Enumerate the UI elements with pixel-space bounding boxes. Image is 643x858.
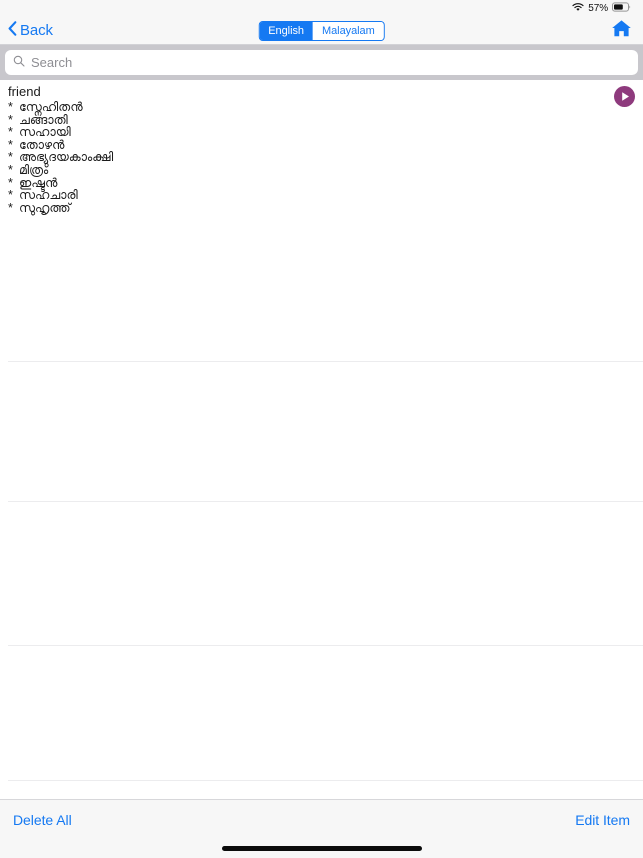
home-indicator[interactable] — [221, 846, 422, 851]
sense-bullet: * — [8, 188, 13, 203]
list-item: * ചങ്ങാതി — [8, 113, 593, 127]
navigation-bar: Back English Malayalam — [0, 17, 643, 45]
search-field[interactable] — [5, 50, 638, 75]
list-item: * സുഹൃത്ത് — [8, 200, 593, 215]
app-screen: 57% Back English Malayalam Search friend… — [0, 0, 643, 858]
battery-icon — [612, 2, 631, 15]
list-item: * അഭ്യുദയകാംക്ഷി — [8, 151, 593, 164]
bottom-toolbar: Delete All Edit Item — [0, 799, 643, 839]
sense-bullet: * — [8, 200, 13, 215]
entry-sense-list: * സ്നേഹിതൻ * ചങ്ങാതി * സഹായി * തോഴൻ * അഭ്യുദയ… — [8, 101, 593, 214]
status-bar-right: 57% — [572, 2, 631, 15]
home-indicator-area — [0, 839, 643, 858]
sense-bullet: * — [8, 125, 13, 140]
delete-all-button[interactable]: Delete All — [13, 812, 72, 828]
rule-line — [8, 645, 643, 646]
list-item: * സഹചാരി — [8, 189, 593, 202]
edit-item-button[interactable]: Edit Item — [575, 812, 630, 828]
home-icon[interactable] — [611, 19, 632, 43]
sense-text: സുഹൃത്ത് — [19, 200, 71, 215]
search-icon — [13, 54, 25, 72]
sense-bullet: * — [8, 100, 13, 114]
dictionary-entry: friend * സ്നേഹിതൻ * ചങ്ങാതി * സഹായി * തോഴൻ *… — [8, 84, 593, 214]
chevron-left-icon — [8, 20, 17, 41]
list-item: * ഇഷ്ടൻ — [8, 176, 593, 190]
back-button[interactable]: Back — [8, 20, 53, 41]
segment-malayalam[interactable]: Malayalam — [312, 21, 384, 40]
list-item: * സഹായി — [8, 126, 593, 139]
status-bar: 57% — [0, 0, 643, 17]
sense-bullet: * — [8, 162, 13, 177]
entry-content-area: friend * സ്നേഹിതൻ * ചങ്ങാതി * സഹായി * തോഴൻ *… — [0, 80, 643, 799]
segment-english[interactable]: English — [259, 21, 313, 40]
search-input[interactable] — [31, 55, 630, 70]
rule-line — [8, 361, 643, 362]
wifi-icon — [572, 2, 584, 15]
list-item: * മിത്രം — [8, 164, 593, 177]
entry-headword: friend — [8, 84, 41, 99]
language-segmented-control[interactable]: English Malayalam — [258, 20, 385, 41]
rule-line — [8, 780, 643, 781]
list-item: * സ്നേഹിതൻ — [8, 101, 593, 114]
rule-line — [8, 501, 643, 502]
search-bar-container — [0, 45, 643, 80]
play-circle-icon[interactable] — [614, 86, 635, 107]
back-button-label: Back — [20, 22, 53, 39]
battery-percentage: 57% — [588, 3, 608, 14]
